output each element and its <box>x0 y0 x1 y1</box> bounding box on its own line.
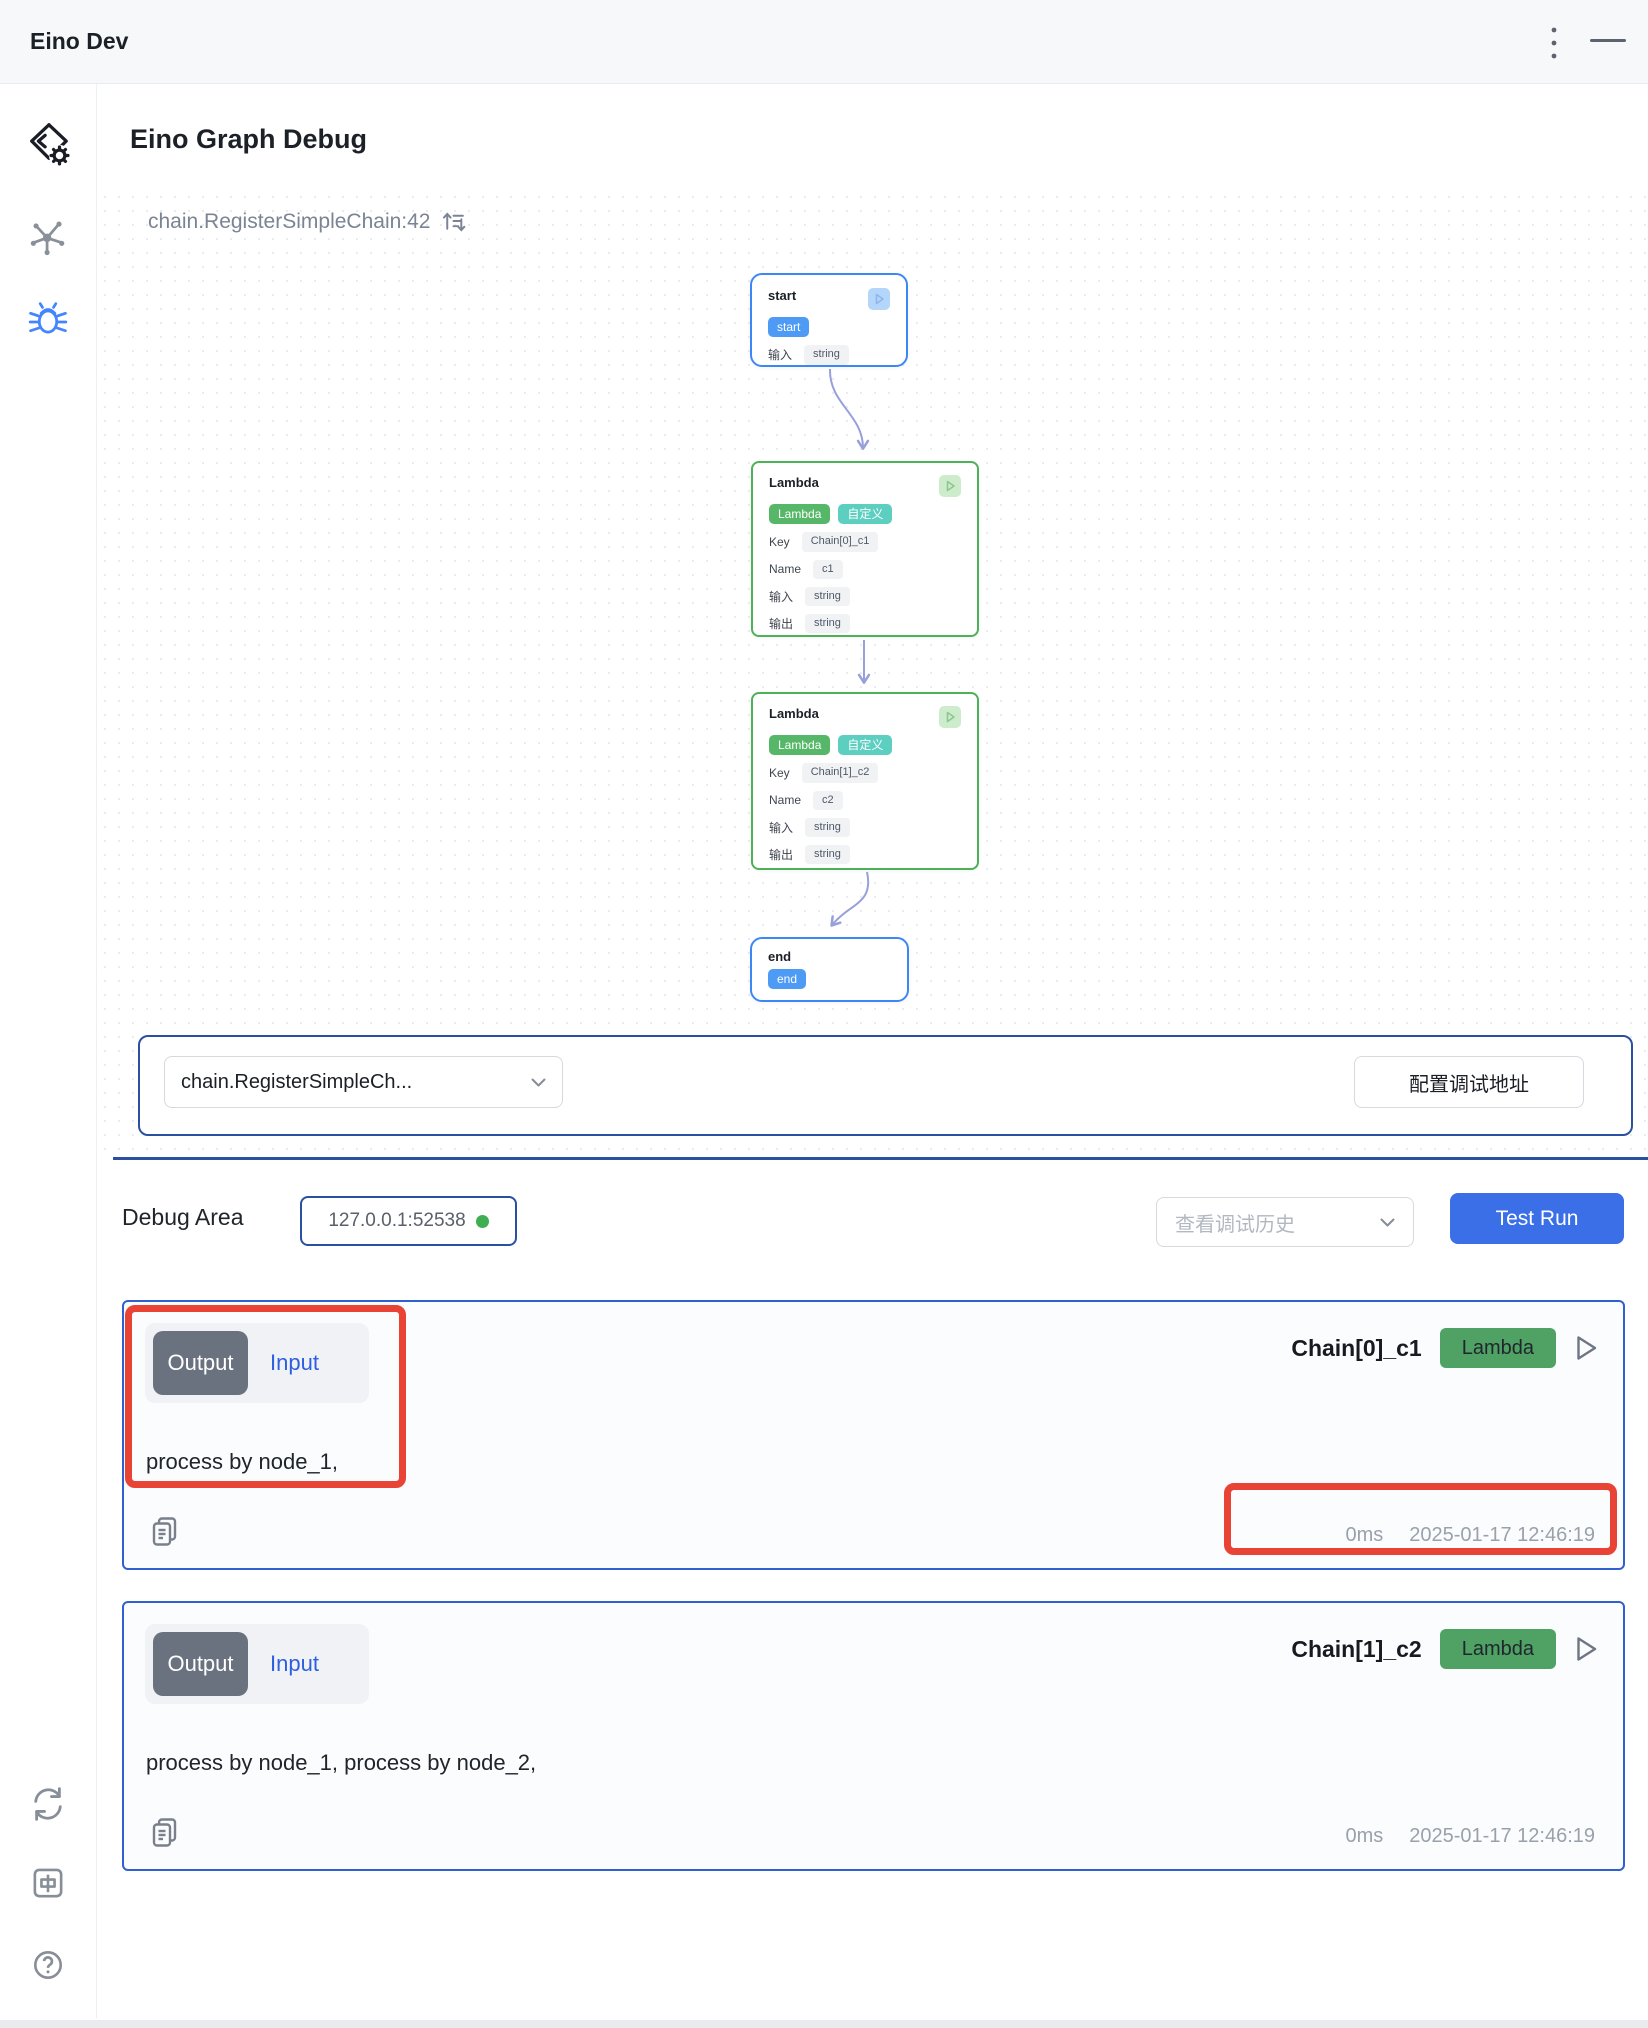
sidebar-item-refresh[interactable] <box>25 1781 71 1827</box>
graph-node-start[interactable]: start start 输入 string <box>750 273 908 367</box>
node-run-icon[interactable] <box>939 475 961 497</box>
node-row-label: Name <box>769 793 801 807</box>
section-divider <box>113 1157 1648 1160</box>
page-title: Eino Graph Debug <box>130 124 367 155</box>
output-tab[interactable]: Output <box>153 1331 248 1395</box>
node-row-value: string <box>805 614 850 633</box>
output-input-tabs: Output Input <box>145 1323 369 1403</box>
sidebar-item-debug[interactable] <box>25 294 71 340</box>
graph-select-value: chain.RegisterSimpleCh... <box>181 1071 412 1094</box>
run-meta: 0ms 2025-01-17 12:46:19 <box>1345 1825 1595 1848</box>
chevron-down-icon <box>531 1078 546 1087</box>
node-title: Lambda <box>769 475 819 490</box>
node-run-icon[interactable] <box>939 706 961 728</box>
node-row-label: 输入 <box>769 819 793 836</box>
input-tab[interactable]: Input <box>270 1350 319 1376</box>
input-tab[interactable]: Input <box>270 1651 319 1677</box>
node-row-label: Key <box>769 766 790 780</box>
chevron-down-icon <box>1380 1218 1395 1227</box>
node-key-label: Chain[1]_c2 <box>1291 1636 1421 1663</box>
copy-icon[interactable] <box>150 1816 180 1848</box>
duration: 0ms <box>1345 1524 1383 1547</box>
node-row-value: string <box>805 845 850 864</box>
copy-icon[interactable] <box>150 1515 180 1547</box>
node-type-badge: Lambda <box>1440 1629 1556 1669</box>
node-row-value: c1 <box>813 560 843 579</box>
node-row-value: string <box>805 587 850 606</box>
debug-history-select[interactable]: 查看调试历史 <box>1156 1197 1414 1247</box>
debug-result-card: Output Input Chain[1]_c2 Lambda process … <box>122 1601 1625 1871</box>
breadcrumb-label: chain.RegisterSimpleChain:42 <box>148 210 431 234</box>
sort-icon[interactable] <box>441 209 466 234</box>
node-row-label: Key <box>769 535 790 549</box>
node-type-badge: Lambda <box>769 735 830 755</box>
output-input-tabs: Output Input <box>145 1624 369 1704</box>
test-run-button[interactable]: Test Run <box>1450 1193 1624 1244</box>
node-row-label: 输入 <box>769 588 793 605</box>
run-meta: 0ms 2025-01-17 12:46:19 <box>1345 1524 1595 1547</box>
duration: 0ms <box>1345 1825 1383 1848</box>
debug-result-card: Output Input Chain[0]_c1 Lambda process … <box>122 1300 1625 1570</box>
node-row-value: Chain[1]_c2 <box>802 763 879 782</box>
minimize-icon[interactable] <box>1590 39 1626 42</box>
sidebar <box>0 84 97 2018</box>
timestamp: 2025-01-17 12:46:19 <box>1409 1825 1595 1848</box>
sidebar-item-help[interactable] <box>25 1942 71 1988</box>
node-type-badge: Lambda <box>1440 1328 1556 1368</box>
node-row-value: string <box>804 345 849 364</box>
output-content: process by node_1, process by node_2, <box>146 1750 536 1776</box>
output-content: process by node_1, <box>146 1449 338 1475</box>
debug-address-badge: 127.0.0.1:52538 <box>300 1196 517 1246</box>
node-custom-badge: 自定义 <box>838 735 892 755</box>
graph-selector-bar: chain.RegisterSimpleCh... 配置调试地址 <box>138 1035 1633 1136</box>
output-tab[interactable]: Output <box>153 1632 248 1696</box>
node-key-label: Chain[0]_c1 <box>1291 1335 1421 1362</box>
graph-node-lambda-c1[interactable]: Lambda Lambda 自定义 KeyChain[0]_c1 Namec1 … <box>751 461 979 637</box>
debug-address: 127.0.0.1:52538 <box>328 1210 465 1232</box>
sidebar-item-language[interactable] <box>25 1860 71 1906</box>
node-row-value: c2 <box>813 791 843 810</box>
configure-debug-address-button[interactable]: 配置调试地址 <box>1354 1056 1584 1108</box>
node-row-label: 输出 <box>769 846 793 863</box>
app-title: Eino Dev <box>30 28 128 55</box>
graph-select[interactable]: chain.RegisterSimpleCh... <box>164 1056 563 1108</box>
node-badge: end <box>768 969 806 989</box>
node-custom-badge: 自定义 <box>838 504 892 524</box>
sidebar-item-orchestration[interactable] <box>25 213 71 259</box>
node-row-label: Name <box>769 562 801 576</box>
node-row-value: Chain[0]_c1 <box>802 532 879 551</box>
kebab-menu-icon[interactable] <box>1548 24 1560 62</box>
top-bar: Eino Dev <box>0 0 1648 84</box>
node-row-label: 输入 <box>768 346 792 363</box>
breadcrumb: chain.RegisterSimpleChain:42 <box>148 209 466 234</box>
node-row-value: string <box>805 818 850 837</box>
node-badge: start <box>768 317 809 337</box>
node-run-icon[interactable] <box>868 288 890 310</box>
timestamp: 2025-01-17 12:46:19 <box>1409 1524 1595 1547</box>
node-type-badge: Lambda <box>769 504 830 524</box>
run-node-icon[interactable] <box>1574 1635 1599 1663</box>
graph-node-lambda-c2[interactable]: Lambda Lambda 自定义 KeyChain[1]_c2 Namec2 … <box>751 692 979 870</box>
run-node-icon[interactable] <box>1574 1334 1599 1362</box>
node-title: start <box>768 288 796 303</box>
graph-node-end[interactable]: end end <box>750 937 909 1002</box>
node-row-label: 输出 <box>769 615 793 632</box>
debug-area-title: Debug Area <box>122 1204 243 1231</box>
app-window: Eino Dev <box>0 0 1648 2028</box>
connected-status-icon <box>476 1215 489 1228</box>
eino-logo-icon <box>25 120 71 166</box>
node-title: end <box>768 949 791 964</box>
node-title: Lambda <box>769 706 819 721</box>
window-bottom-edge <box>0 2020 1648 2028</box>
